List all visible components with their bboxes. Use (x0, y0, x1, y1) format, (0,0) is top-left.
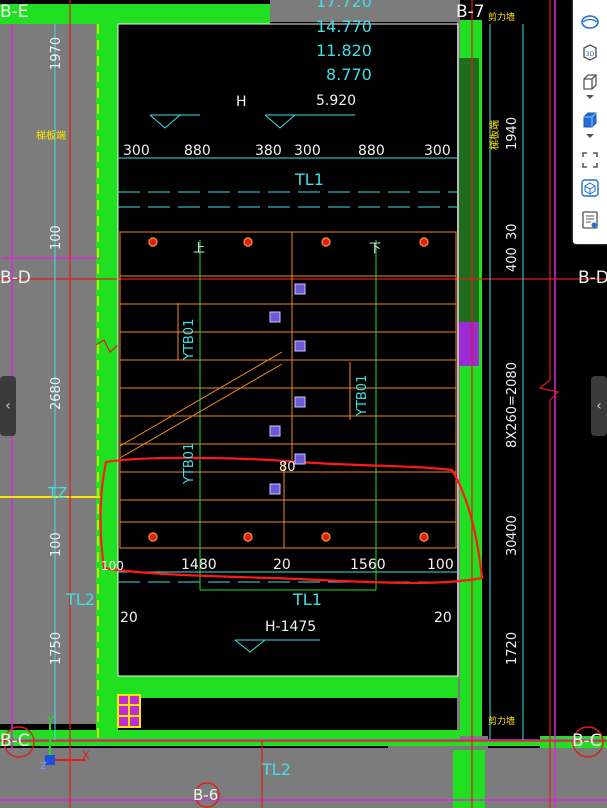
bottom-dim-1: 100 (101, 559, 124, 573)
landing-top-label: H (236, 94, 247, 110)
axis-label-top-right: B-7 (456, 2, 485, 22)
3d-text: 3D (586, 51, 595, 58)
beam-label-tl2-bottom: TL2 (262, 760, 291, 779)
top-dim-1: 300 (123, 143, 150, 159)
wall-label-right-bottom: 剪力墙 (488, 717, 516, 727)
gap-dim: 80 (279, 460, 296, 475)
slab-label-3: YTB01 (182, 442, 197, 484)
right-dim-4: 8X260=2080 (505, 362, 520, 448)
3d-view-icon[interactable]: 3D (578, 40, 602, 64)
top-dim-5: 880 (358, 143, 385, 159)
properties-icon[interactable] (578, 208, 602, 232)
chevron-down-icon-2[interactable] (578, 130, 602, 142)
left-dim-1: 1970 (49, 36, 64, 70)
wall-label-right: 梯板端 (490, 120, 501, 150)
left-dim-4: 100 (49, 532, 64, 557)
column-dark-green (459, 58, 479, 328)
sphere-view-icon[interactable] (578, 10, 602, 34)
bottom-dim-5: 100 (427, 557, 454, 573)
elevation-5: 5.920 (316, 93, 357, 109)
landing-bottom-label: H-1475 (265, 619, 317, 635)
solid-cube-icon[interactable] (578, 108, 602, 132)
ucs-z-label: Z (40, 761, 47, 772)
right-20-dim: 20 (434, 610, 452, 626)
elevation-1: 17.720 (316, 0, 372, 11)
wall-label-right-top: 剪力墙 (488, 13, 516, 23)
stair-up-mark: 上 (193, 241, 206, 255)
right-dim-6: 400 (505, 515, 520, 540)
wall-label-left: 梯板端 (36, 131, 66, 142)
slab-label-2: YTB01 (355, 374, 370, 416)
axis-label-bottom-right: B-C (572, 731, 602, 751)
view-toolbar: 3D (573, 0, 607, 244)
top-dim-3: 380 (255, 143, 282, 159)
chevron-down-icon[interactable] (578, 91, 602, 103)
right-dim-3: 30 (505, 223, 520, 240)
tz-label: TZ (48, 484, 68, 502)
right-dim-2: 400 (505, 247, 520, 272)
top-dim-2: 880 (184, 143, 211, 159)
bottom-slab-gray (0, 748, 607, 808)
isometric-cube-icon[interactable] (578, 176, 602, 200)
axis-label-bottom-left: B-C (0, 731, 30, 751)
axis-label-top-left: B-E (0, 2, 29, 22)
beam-label-tl1-bottom: TL1 (293, 590, 322, 609)
fullscreen-icon[interactable] (578, 148, 602, 172)
bottom-dim-4: 1560 (350, 557, 386, 573)
ucs-x-label: X (82, 749, 90, 762)
left-wall-gray (0, 24, 102, 724)
slab-label-1: YTB01 (182, 318, 197, 360)
beam-label-tl2-left: TL2 (66, 590, 95, 609)
left-dim-2: 100 (49, 225, 64, 250)
left-dim-3: 2680 (49, 376, 64, 410)
axis-label-bottom-center: B-6 (193, 786, 219, 804)
top-dim-6: 300 (424, 143, 451, 159)
right-dim-7: 1720 (505, 631, 520, 665)
left-dim-5: 1750 (49, 631, 64, 665)
right-panel-handle[interactable]: ‹ (591, 376, 607, 436)
axis-label-mid-left: B-D (0, 268, 31, 288)
column-purple (459, 322, 479, 366)
right-dim-1: 1940 (505, 116, 520, 150)
axis-label-mid-right: B-D (578, 268, 607, 288)
bottom-dim-3: 20 (273, 557, 291, 573)
left-panel-handle[interactable]: ‹ (0, 376, 16, 436)
beam-label-tl1-top: TL1 (295, 170, 324, 189)
elevation-2: 14.770 (316, 17, 372, 36)
left-20-dim: 20 (120, 610, 138, 626)
bottom-dim-2: 1480 (181, 557, 217, 573)
elevation-3: 11.820 (316, 41, 372, 60)
elevation-4: 8.770 (326, 65, 372, 84)
ucs-y-label: Y (47, 714, 54, 727)
top-dim-4: 300 (294, 143, 321, 159)
right-dim-5: 30 (505, 539, 520, 556)
stair-down-mark: 下 (369, 241, 382, 255)
